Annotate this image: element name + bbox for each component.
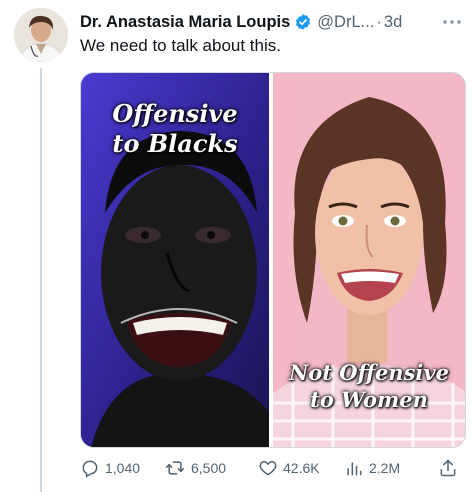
- reply-count: 1,040: [105, 460, 141, 476]
- author-handle[interactable]: @DrL...: [317, 13, 374, 32]
- repost-button[interactable]: 6,500: [164, 458, 226, 478]
- reply-button[interactable]: 1,040: [80, 458, 140, 478]
- share-icon: [438, 458, 458, 478]
- tweet-actions: 1,040 6,500 42.6K 2.2M: [80, 458, 466, 480]
- tweet-media[interactable]: Offensive to Blacks Not Offensive to Wom…: [80, 72, 466, 448]
- more-icon[interactable]: [442, 19, 462, 25]
- separator-dot: ·: [376, 12, 382, 31]
- tweet-header: Dr. Anastasia Maria Loupis @DrL... · 3d: [80, 10, 466, 34]
- verified-badge-icon: [294, 13, 312, 31]
- share-button[interactable]: [438, 458, 458, 478]
- repost-icon: [164, 458, 186, 478]
- author-avatar[interactable]: [14, 8, 68, 62]
- like-icon: [258, 458, 278, 478]
- caption-right-line-2: to Women: [310, 387, 428, 412]
- views-button[interactable]: 2.2M: [344, 458, 400, 478]
- like-button[interactable]: 42.6K: [258, 458, 320, 478]
- like-count: 42.6K: [283, 460, 320, 476]
- tweet-text: We need to talk about this.: [80, 36, 281, 55]
- thread-line: [40, 68, 42, 492]
- media-caption-left: Offensive to Blacks: [81, 99, 269, 159]
- media-image-right[interactable]: Not Offensive to Women: [273, 73, 465, 447]
- caption-left-line-1: Offensive: [112, 99, 238, 128]
- caption-right-line-1: Not Offensive: [289, 360, 449, 385]
- author-name[interactable]: Dr. Anastasia Maria Loupis: [80, 13, 290, 32]
- repost-count: 6,500: [191, 460, 227, 476]
- reply-icon: [80, 458, 100, 478]
- caption-left-line-2: to Blacks: [112, 129, 238, 158]
- timestamp[interactable]: 3d: [384, 13, 402, 32]
- media-caption-right: Not Offensive to Women: [273, 359, 465, 413]
- views-count: 2.2M: [369, 460, 401, 476]
- media-image-left[interactable]: Offensive to Blacks: [81, 73, 269, 447]
- views-icon: [344, 458, 364, 478]
